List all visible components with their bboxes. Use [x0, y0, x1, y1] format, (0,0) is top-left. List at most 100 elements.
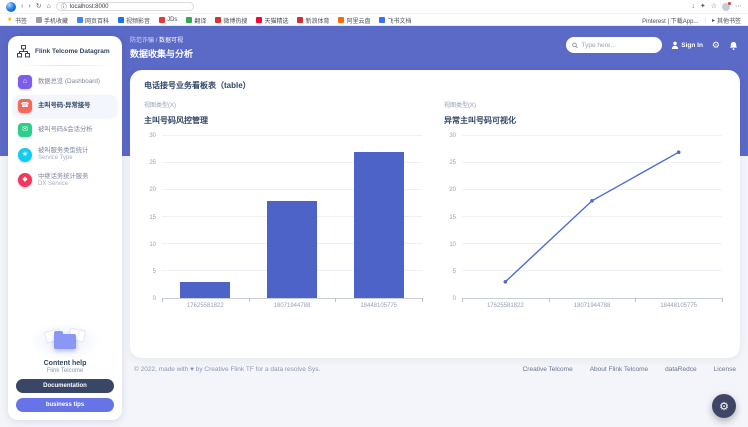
help-illustration [43, 326, 87, 356]
y-axis: 051015202530 [444, 136, 459, 299]
sidebar-item-callee-analysis[interactable]: ✉ 被叫号码&会话分析 [13, 119, 117, 141]
bookmark-label: 天猫精选 [264, 16, 288, 25]
bookmark-label: 视频影音 [126, 16, 150, 25]
bookmark-label: 新浪体育 [305, 16, 329, 25]
bookmark-item[interactable]: 微博热搜 [215, 16, 247, 25]
documentation-button[interactable]: Documentation [16, 379, 114, 393]
notifications-bell-icon[interactable] [729, 41, 738, 50]
topbar: 防范诈骗 / 数据可视 数据收集与分析 [130, 26, 740, 70]
extensions-icon[interactable]: ✦ [700, 3, 706, 10]
bookmark-favicon-icon [215, 17, 221, 23]
bell-icon [729, 41, 738, 50]
bookmark-favicon-icon [297, 17, 303, 23]
sidebar-item-text: 被叫服务类型统计Service Type [38, 147, 88, 163]
bookmark-favicon-icon: ★ [7, 17, 13, 23]
bookmark-favicon-icon [159, 17, 165, 23]
bar-chart: 0510152025301762558182218071944788184481… [144, 128, 426, 313]
bookmark-item[interactable]: 翻译 [186, 16, 206, 25]
sidebar-item-sublabel: DX Service [38, 181, 88, 189]
footer-link[interactable]: Creative Telcome [523, 366, 573, 373]
y-axis-label: 25 [149, 160, 156, 166]
bookmark-label: 飞书文档 [387, 16, 411, 25]
forward-icon[interactable]: › [28, 3, 30, 10]
y-axis-label: 15 [149, 215, 156, 221]
footer-link[interactable]: dataRedce [665, 366, 696, 373]
data-point [677, 150, 681, 154]
bookmark-item[interactable]: 新浪体育 [297, 16, 329, 25]
sidebar-item-label: 被叫服务类型统计 [38, 147, 88, 155]
bookmark-item[interactable]: ★书签 [7, 16, 27, 25]
sidebar-item-caller-number[interactable]: ☎主叫号码-异常接号 [13, 95, 117, 117]
bookmark-item[interactable]: 手机收藏 [36, 16, 68, 25]
sidebar-item-label: 主叫号码-异常接号 [38, 102, 90, 110]
breadcrumb-root[interactable]: 防范诈骗 [130, 38, 154, 44]
data-point [590, 199, 594, 203]
x-axis: 176255818221807194478818448105775 [462, 303, 722, 313]
bookmark-label: 书签 [15, 16, 27, 25]
footer-links: Creative Telcome About Flink Telcome dataR… [523, 366, 736, 373]
help-card: Content help Flink Telcome Documentation… [16, 326, 114, 412]
footer-link[interactable]: License [714, 366, 736, 373]
bookmark-favicon-icon [77, 17, 83, 23]
y-axis-label: 0 [153, 296, 156, 302]
sidebar-item-label: 中继话务统计服务 [38, 173, 88, 181]
sidebar-item-text: 被叫号码&会话分析 [38, 126, 93, 134]
site-info-icon[interactable]: ⓘ [61, 2, 67, 11]
card-title: 电话接号业务看板表（table） [144, 80, 726, 91]
help-subtitle: Flink Telcome [16, 368, 114, 374]
pinterest-bookmark[interactable]: Pinterest | 下载App... [642, 16, 698, 25]
folder-icon: ▸ [712, 17, 715, 24]
settings-gear-icon[interactable]: ⚙ [712, 40, 720, 51]
reload-icon[interactable]: ↻ [36, 3, 42, 10]
menu-dots-icon[interactable]: ⋯ [735, 3, 742, 10]
other-bookmarks[interactable]: ▸ 其他书签 [712, 16, 741, 25]
footer-link[interactable]: About Flink Telcome [590, 366, 648, 373]
bookmark-item[interactable]: 飞书文档 [379, 16, 411, 25]
bookmark-item[interactable]: 网页百科 [77, 16, 109, 25]
sidebar-divider [16, 65, 114, 66]
sidebar-item-sublabel: Service Type [38, 155, 88, 163]
y-axis-label: 15 [449, 215, 456, 221]
download-icon[interactable]: ↓ [691, 3, 695, 10]
x-tick-mark [249, 298, 250, 302]
business-tips-button[interactable]: business tips [16, 398, 114, 412]
sidebar-item-dashboard[interactable]: ⌂数据总览 (Dashboard) [13, 71, 117, 93]
sidebar-item-label: 被叫号码&会话分析 [38, 126, 93, 134]
sidebar-item-dx-service[interactable]: ◆中继话务统计服务DX Service [13, 169, 117, 193]
search-input[interactable] [581, 42, 656, 49]
bookmark-item[interactable]: 阿里云盘 [338, 16, 370, 25]
bookmarks-right: Pinterest | 下载App... | ▸ 其他书签 [642, 16, 741, 25]
brand[interactable]: Flink Telcome Datagram [8, 36, 122, 65]
app-background: Flink Telcome Datagram ⌂数据总览 (Dashboard)… [0, 26, 748, 427]
sign-in-label: Sign In [681, 42, 703, 49]
bookmark-label: 手机收藏 [44, 16, 68, 25]
home-icon[interactable]: ⌂ [47, 3, 51, 10]
url-bar[interactable]: ⓘ localhost:8000 [56, 2, 194, 11]
x-axis-label: 17625581822 [162, 303, 249, 313]
chart-columns: 视图类型(X) 主叫号码风控管理 05101520253017625581822… [144, 100, 726, 313]
y-axis-label: 25 [449, 160, 456, 166]
notification-dot [728, 2, 731, 5]
sidebar-item-service-type[interactable]: ★被叫服务类型统计Service Type [13, 143, 117, 167]
bar [354, 152, 404, 298]
profile-avatar[interactable] [722, 3, 730, 11]
y-axis: 051015202530 [144, 136, 159, 299]
back-icon[interactable]: ‹ [21, 3, 23, 10]
line-chart: 0510152025301762558182218071944788184481… [444, 128, 726, 313]
copyright: © 2022, made with ♥ by Creative Flink TF… [134, 366, 320, 373]
brand-logo-icon [17, 45, 30, 58]
bar [180, 282, 230, 298]
sidebar-item-text: 主叫号码-异常接号 [38, 102, 90, 110]
settings-fab[interactable]: ⚙ [712, 394, 736, 418]
search-box[interactable] [566, 37, 662, 53]
callee-analysis-icon: ✉ [18, 123, 32, 137]
bookmark-item[interactable]: 视频影音 [118, 16, 150, 25]
sidebar: Flink Telcome Datagram ⌂数据总览 (Dashboard)… [8, 36, 122, 420]
view-type-label: 视图类型(X) [144, 100, 426, 109]
x-axis-label: 18071944788 [549, 303, 636, 313]
bookmark-item[interactable]: 天猫精选 [256, 16, 288, 25]
bookmark-star-icon[interactable]: ☆ [711, 3, 717, 10]
bookmark-item[interactable]: JDs [159, 17, 177, 23]
sign-in-button[interactable]: Sign In [671, 41, 703, 49]
help-title: Content help [16, 360, 114, 367]
